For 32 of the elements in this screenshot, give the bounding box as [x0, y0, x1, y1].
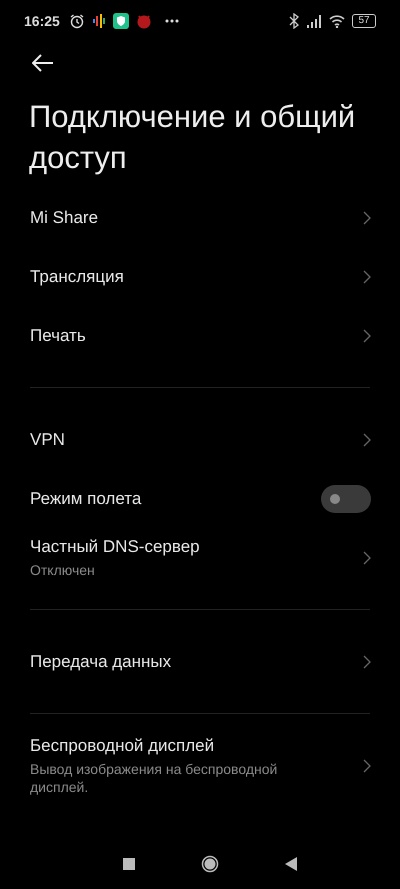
settings-item[interactable]: Беспроводной дисплей Вывод изображения на беспроводной дисплей. — [0, 736, 400, 796]
settings-item[interactable]: VPN — [0, 410, 400, 469]
settings-item[interactable]: Частный DNS-сервер Отключен — [0, 528, 400, 587]
settings-item[interactable]: Передача данных — [0, 632, 400, 691]
settings-item[interactable]: Трансляция — [0, 247, 400, 306]
signal-icon — [306, 14, 322, 28]
battery-level: 57 — [352, 14, 376, 28]
bluetooth-icon — [289, 13, 299, 29]
back-button[interactable] — [32, 54, 54, 72]
chevron-right-icon — [363, 210, 371, 224]
shield-app-icon — [112, 13, 129, 29]
settings-item[interactable]: Mi Share — [0, 188, 400, 247]
podcast-icon — [92, 13, 106, 29]
monster-app-icon — [136, 13, 152, 29]
chevron-right-icon — [363, 270, 371, 284]
chevron-right-icon — [363, 759, 371, 773]
chevron-right-icon — [363, 654, 371, 668]
back-triangle-icon — [285, 857, 297, 871]
settings-item[interactable]: Режим полета — [0, 469, 400, 528]
alarm-clock-icon — [68, 13, 85, 29]
chevron-right-icon — [363, 328, 371, 342]
chevron-right-icon — [363, 432, 371, 446]
page-title: Подключение и общий доступ — [29, 98, 356, 177]
recent-apps-icon — [123, 858, 135, 870]
back-arrow-icon — [32, 54, 54, 72]
chevron-right-icon — [363, 550, 371, 564]
more-icon — [164, 19, 179, 23]
home-icon — [201, 855, 219, 873]
clock-time: 16:25 — [24, 13, 60, 29]
wifi-icon — [329, 14, 345, 28]
settings-item[interactable]: Печать — [0, 306, 400, 365]
toggle-switch[interactable] — [321, 484, 371, 512]
